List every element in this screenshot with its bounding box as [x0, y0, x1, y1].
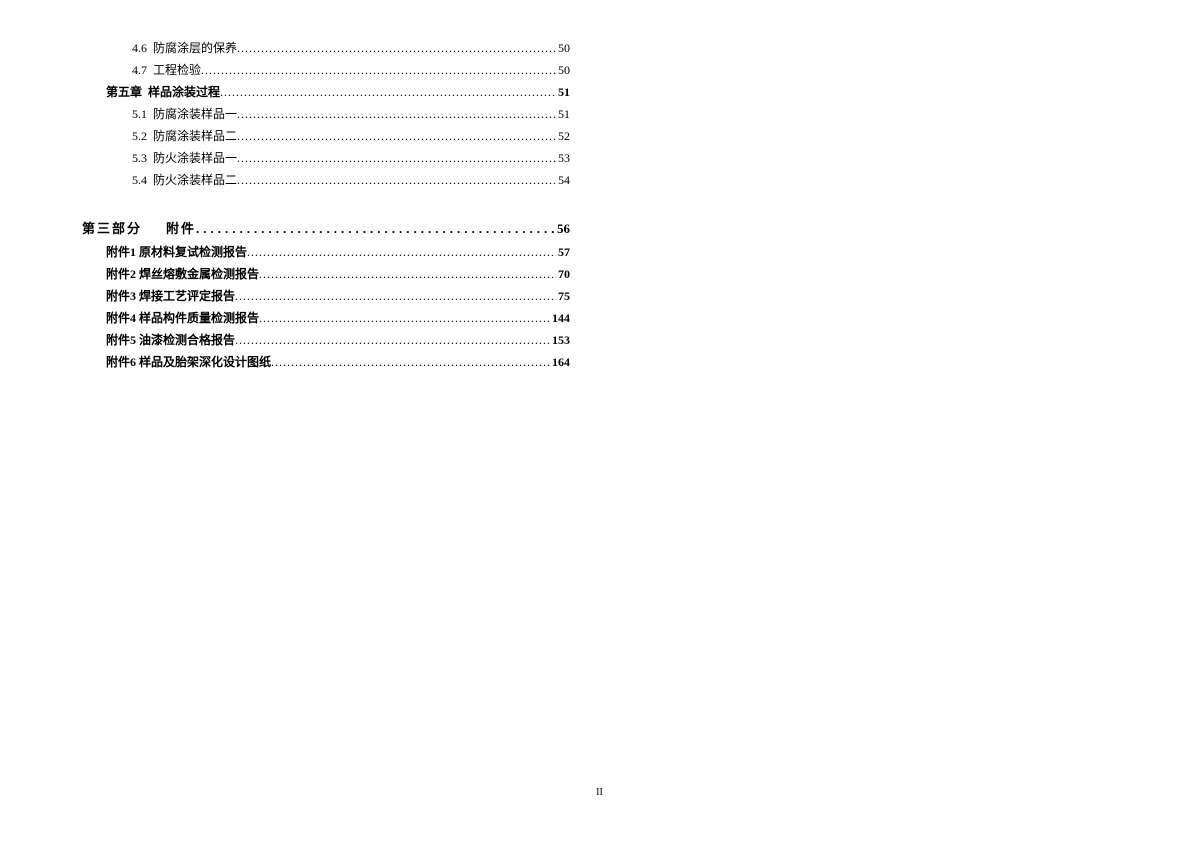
toc-part-heading: 第三部分 附件 56	[82, 217, 570, 241]
toc-entry-label: 附件2 焊丝熔敷金属检测报告	[106, 263, 259, 285]
toc-leader	[237, 169, 556, 191]
toc-entry: 5.3 防火涂装样品一 53	[106, 147, 570, 169]
toc-entry-label: 附件3 焊接工艺评定报告	[106, 285, 235, 307]
part-label: 第三部分	[82, 217, 166, 241]
toc-page-num: 144	[550, 307, 570, 329]
toc-entry-label: 附件5 油漆检测合格报告	[106, 329, 235, 351]
toc-entry-label: 5.3 防火涂装样品一	[132, 147, 237, 169]
toc-appendix-entry: 附件3 焊接工艺评定报告 75	[106, 285, 570, 307]
toc-leader	[247, 241, 556, 263]
toc-leader	[271, 351, 550, 373]
toc-leader	[259, 263, 556, 285]
toc-leader	[201, 59, 556, 81]
toc-page-num: 164	[550, 351, 570, 373]
toc-group-chapter: 4.6 防腐涂层的保养 50 4.7 工程检验 50 第五章 样品涂装过程 51…	[106, 37, 570, 191]
toc-entry-label: 附件6 样品及胎架深化设计图纸	[106, 351, 271, 373]
toc-page: 4.6 防腐涂层的保养 50 4.7 工程检验 50 第五章 样品涂装过程 51…	[0, 0, 570, 373]
toc-page-num: 70	[556, 263, 570, 285]
toc-entry-label: 4.7 工程检验	[132, 59, 201, 81]
toc-leader	[237, 37, 556, 59]
toc-page-num: 52	[556, 125, 570, 147]
toc-leader	[237, 103, 556, 125]
section-gap	[106, 191, 570, 217]
toc-appendix-entry: 附件5 油漆检测合格报告 153	[106, 329, 570, 351]
toc-entry: 4.6 防腐涂层的保养 50	[106, 37, 570, 59]
toc-entry: 5.2 防腐涂装样品二 52	[106, 125, 570, 147]
toc-entry: 4.7 工程检验 50	[106, 59, 570, 81]
toc-entry-label: 附件4 样品构件质量检测报告	[106, 307, 259, 329]
toc-appendix-entry: 附件4 样品构件质量检测报告 144	[106, 307, 570, 329]
toc-page-num: 53	[556, 147, 570, 169]
toc-entry-label: 5.1 防腐涂装样品一	[132, 103, 237, 125]
toc-appendix-entry: 附件6 样品及胎架深化设计图纸 164	[106, 351, 570, 373]
toc-entry: 5.4 防火涂装样品二 54	[106, 169, 570, 191]
toc-entry: 5.1 防腐涂装样品一 51	[106, 103, 570, 125]
toc-leader	[196, 217, 555, 241]
toc-page-num: 57	[556, 241, 570, 263]
toc-entry-label: 5.4 防火涂装样品二	[132, 169, 237, 191]
toc-page-num: 153	[550, 329, 570, 351]
toc-leader	[259, 307, 550, 329]
toc-page-num: 51	[556, 103, 570, 125]
toc-page-num: 50	[556, 37, 570, 59]
page-number: II	[596, 787, 603, 798]
toc-leader	[235, 285, 556, 307]
toc-appendix-entry: 附件1 原材料复试检测报告 57	[106, 241, 570, 263]
toc-entry-label: 5.2 防腐涂装样品二	[132, 125, 237, 147]
part-title: 附件	[166, 217, 196, 241]
toc-entry-label: 附件1 原材料复试检测报告	[106, 241, 247, 263]
toc-group-appendix: 附件1 原材料复试检测报告 57 附件2 焊丝熔敷金属检测报告 70 附件3 焊…	[106, 241, 570, 373]
toc-appendix-entry: 附件2 焊丝熔敷金属检测报告 70	[106, 263, 570, 285]
toc-page-num: 56	[555, 217, 570, 241]
page-footer: II	[0, 787, 1199, 798]
toc-leader	[235, 329, 550, 351]
toc-page-num: 54	[556, 169, 570, 191]
toc-leader	[220, 81, 556, 103]
toc-entry-label: 第五章 样品涂装过程	[106, 81, 220, 103]
toc-page-num: 75	[556, 285, 570, 307]
toc-leader	[237, 125, 556, 147]
toc-page-num: 51	[556, 81, 570, 103]
toc-page-num: 50	[556, 59, 570, 81]
toc-chapter-entry: 第五章 样品涂装过程 51	[106, 81, 570, 103]
toc-entry-label: 4.6 防腐涂层的保养	[132, 37, 237, 59]
toc-leader	[237, 147, 556, 169]
